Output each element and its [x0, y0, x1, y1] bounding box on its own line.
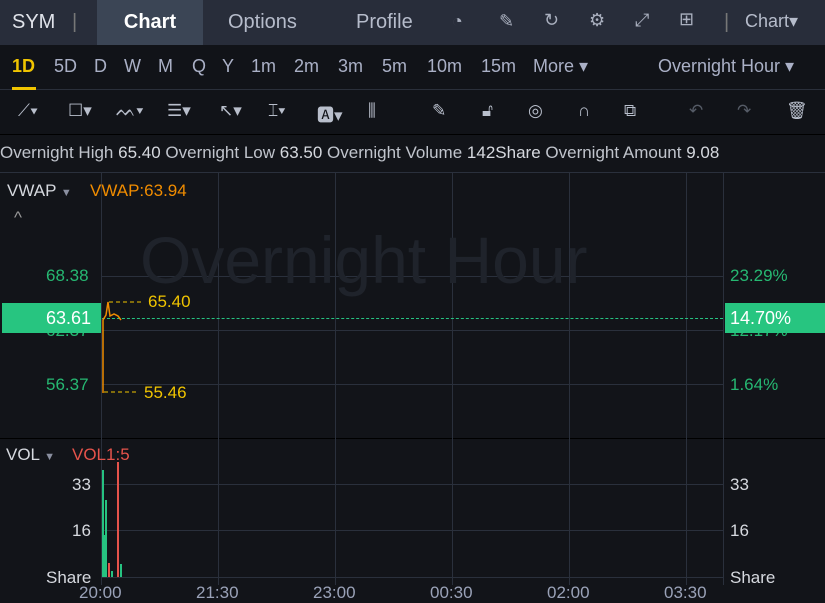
x-label: 20:00 [79, 583, 122, 602]
vol-bar [108, 563, 110, 577]
x-label: 03:30 [664, 583, 707, 602]
vol-bar [102, 470, 104, 577]
x-label: 00:30 [430, 583, 473, 602]
vol-bar [111, 571, 113, 577]
x-label: 23:00 [313, 583, 356, 602]
vol-bar [117, 462, 119, 577]
vol-bar [104, 535, 105, 577]
vol-bar [120, 564, 122, 577]
x-label: 02:00 [547, 583, 590, 602]
volume-bars [102, 462, 122, 577]
vol-bar [105, 500, 107, 577]
x-label: 21:30 [196, 583, 239, 602]
